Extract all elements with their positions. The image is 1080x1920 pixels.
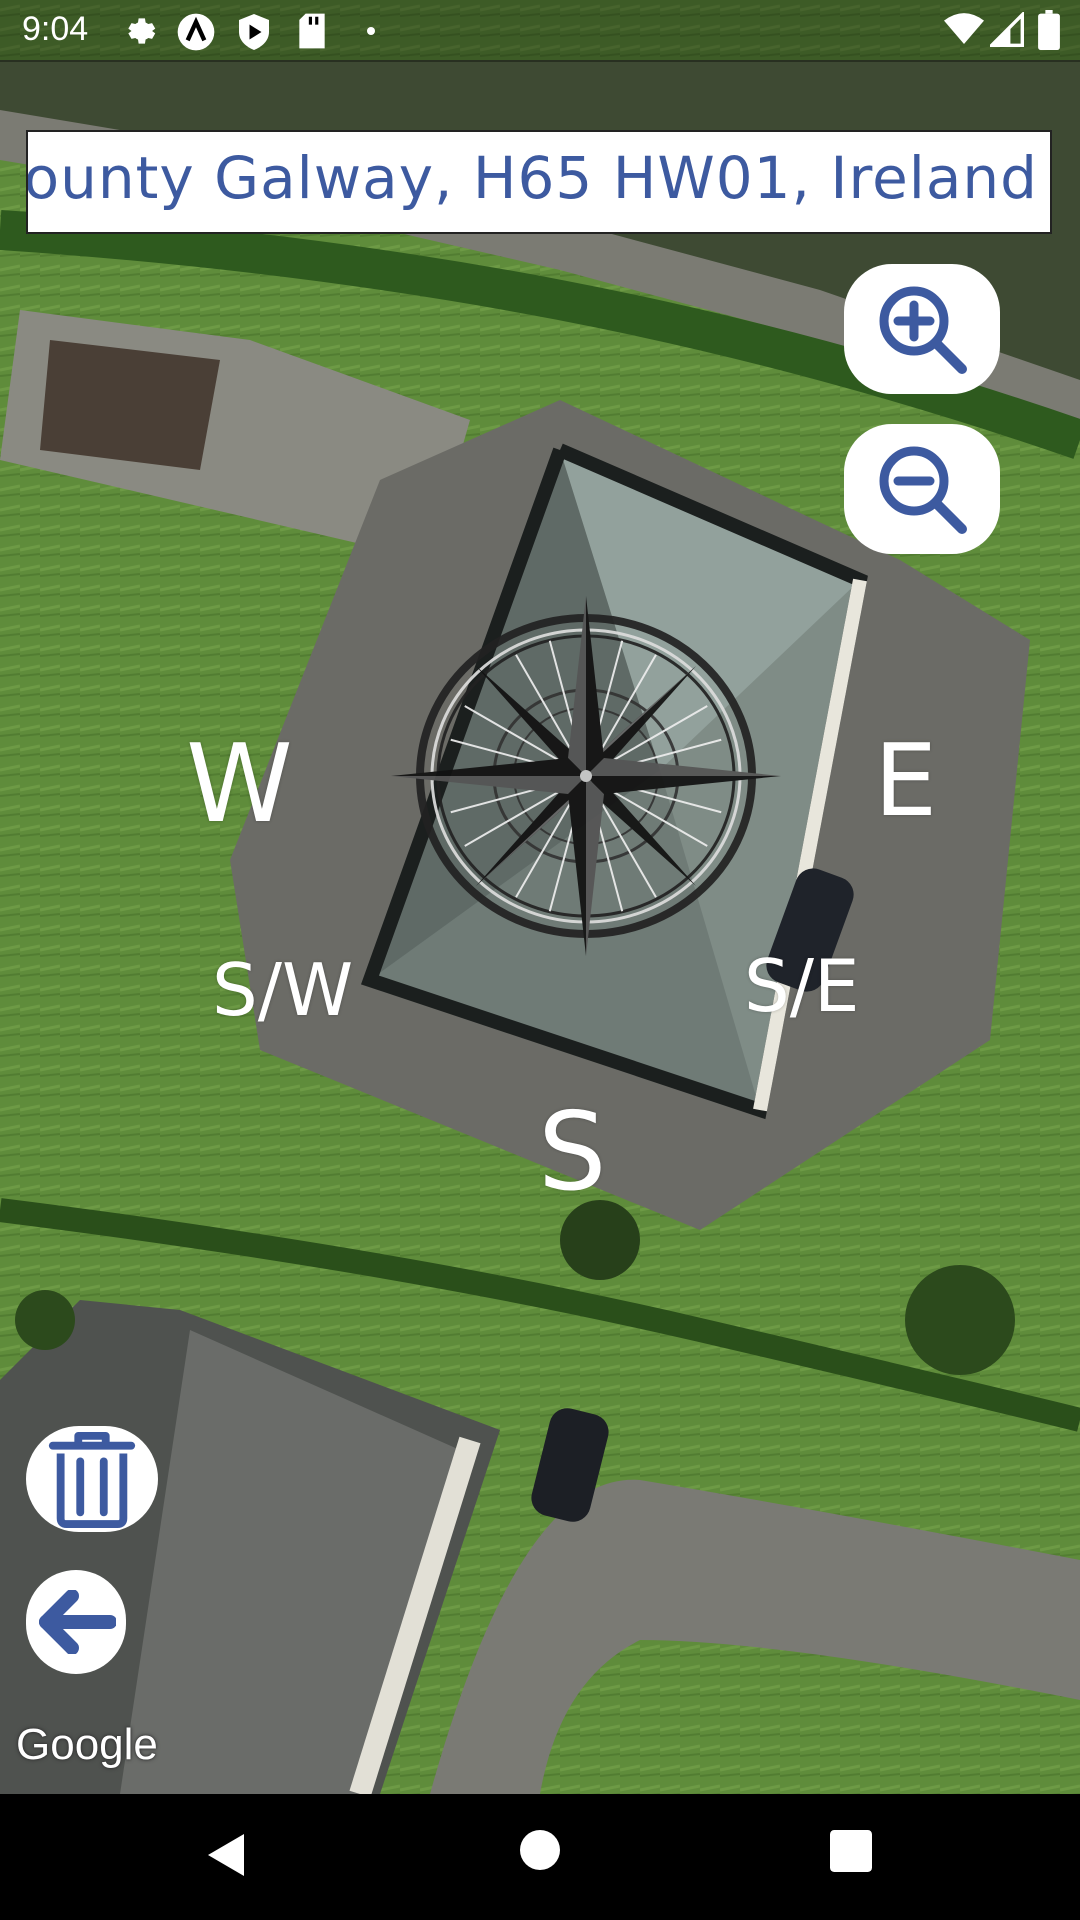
recents-square-icon[interactable] xyxy=(830,1830,872,1872)
back-button[interactable] xyxy=(26,1570,126,1674)
zoom-out-icon xyxy=(879,446,967,534)
wifi-icon xyxy=(944,13,984,44)
compass-label-east: E xyxy=(874,722,938,839)
status-bar: 9:04 xyxy=(0,0,1080,62)
sd-card-icon xyxy=(299,13,325,49)
compass-label-west: W xyxy=(186,722,293,847)
zoom-in-icon xyxy=(879,286,967,374)
arrow-left-icon xyxy=(39,1590,116,1654)
compass-label-south-east: S/E xyxy=(744,944,860,1028)
status-time: 9:04 xyxy=(22,10,89,48)
back-triangle-icon[interactable] xyxy=(204,1830,248,1880)
delete-button[interactable] xyxy=(26,1426,158,1532)
zoom-in-button[interactable] xyxy=(844,264,1000,394)
compass-label-south-west: S/W xyxy=(212,948,354,1032)
battery-icon xyxy=(1038,10,1060,50)
trash-icon xyxy=(48,1431,136,1528)
google-attribution: Google xyxy=(16,1720,158,1769)
home-circle-icon[interactable] xyxy=(520,1830,560,1870)
app-a-icon xyxy=(177,13,215,51)
navigation-bar xyxy=(0,1794,1080,1920)
compass-label-south: S xyxy=(538,1090,607,1215)
zoom-out-button[interactable] xyxy=(844,424,1000,554)
shield-play-icon xyxy=(239,14,269,50)
dot-icon xyxy=(367,27,375,35)
settings-icon xyxy=(128,18,156,44)
signal-icon xyxy=(990,12,1024,47)
address-field[interactable]: County Galway, H65 HW01, Ireland xyxy=(26,130,1052,234)
address-text: County Galway, H65 HW01, Ireland xyxy=(26,144,1038,212)
compass-rose-icon xyxy=(391,596,781,956)
